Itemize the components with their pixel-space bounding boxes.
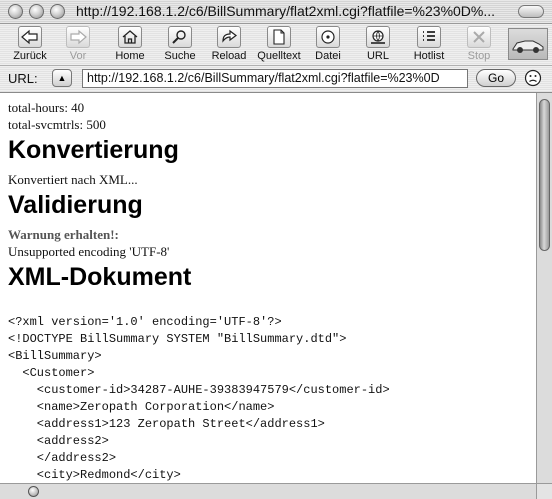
title-bar[interactable]: http://192.168.1.2/c6/BillSummary/flat2x… [0,0,552,24]
page-content[interactable]: total-hours: 40 total-svcmtrls: 500 Konv… [0,93,536,483]
xml-line: <Customer> [8,366,95,380]
horizontal-scrollbar[interactable] [0,483,536,499]
reload-button[interactable]: Reload [208,26,250,64]
validation-heading: Validierung [8,191,143,219]
xml-line: <BillSummary> [8,349,102,363]
total-svcmtrls-text: total-svcmtrls: 500 [8,117,106,132]
url-label: URL [366,50,389,62]
warning-message: Unsupported encoding 'UTF-8' [8,244,170,259]
xml-document-block: <?xml version='1.0' encoding='UTF-8'?> <… [8,314,528,483]
xml-line: <!DOCTYPE BillSummary SYSTEM "BillSummar… [8,332,347,346]
back-arrow-icon [18,26,42,48]
url-button[interactable]: URL [360,26,396,64]
disk-icon [316,26,340,48]
source-icon [267,26,291,48]
minimize-button[interactable] [29,4,44,19]
xml-line: <name>Zeropath Corporation</name> [8,400,275,414]
vertical-scrollbar[interactable] [536,93,552,483]
go-button[interactable]: Go [476,69,516,87]
stop-label: Stop [467,50,491,62]
xml-line: <address2> [8,434,109,448]
file-label: Datei [315,50,341,62]
search-icon [168,26,192,48]
toolbar: Zurück Vor Home Suche Reload Quelltext D… [0,24,552,66]
vertical-scroll-thumb[interactable] [539,99,550,251]
stop-button[interactable]: Stop [462,26,496,64]
xml-line: <customer-id>34287-AUHE-39383947579</cus… [8,383,390,397]
total-hours-text: total-hours: 40 [8,100,85,115]
home-label: Home [115,50,145,62]
warning-label: Warnung erhalten!: [8,227,119,242]
source-button[interactable]: Quelltext [254,26,304,64]
security-face-icon [524,69,542,87]
reload-label: Reload [211,50,247,62]
url-bar: URL: ▲ http://192.168.1.2/c6/BillSummary… [0,66,552,93]
conversion-status-text: Konvertiert nach XML... [8,172,138,187]
search-button[interactable]: Suche [160,26,200,64]
close-button[interactable] [8,4,23,19]
url-icon [366,26,390,48]
search-label: Suche [164,50,196,62]
conversion-heading: Konvertierung [8,136,179,164]
horizontal-scroll-thumb[interactable] [28,486,39,497]
forward-arrow-icon [66,26,90,48]
hotlist-label: Hotlist [413,50,445,62]
home-button[interactable]: Home [110,26,150,64]
hotlist-icon [417,26,441,48]
car-logo-icon [508,28,548,60]
toolbar-toggle-button[interactable] [518,5,544,18]
file-button[interactable]: Datei [310,26,346,64]
hotlist-button[interactable]: Hotlist [408,26,450,64]
xml-line: </address2> [8,451,117,465]
url-field-label: URL: [8,71,38,86]
forward-label: Vor [69,50,87,62]
reload-icon [217,26,241,48]
xml-line: <address1>123 Zeropath Street</address1> [8,417,325,431]
xml-document-heading: XML-Dokument [8,263,192,291]
forward-button[interactable]: Vor [60,26,96,64]
xml-line: <city>Redmond</city> [8,468,181,482]
zoom-button[interactable] [50,4,65,19]
back-label: Zurück [13,50,47,62]
home-icon [118,26,142,48]
xml-line: <?xml version='1.0' encoding='UTF-8'?> [8,315,282,329]
source-label: Quelltext [257,50,301,62]
back-button[interactable]: Zurück [8,26,52,64]
url-history-popup[interactable]: ▲ [52,69,72,87]
stop-icon [467,26,491,48]
resize-grip-icon[interactable] [536,483,552,499]
url-input[interactable]: http://192.168.1.2/c6/BillSummary/flat2x… [82,69,468,88]
window-title: http://192.168.1.2/c6/BillSummary/flat2x… [76,3,496,19]
